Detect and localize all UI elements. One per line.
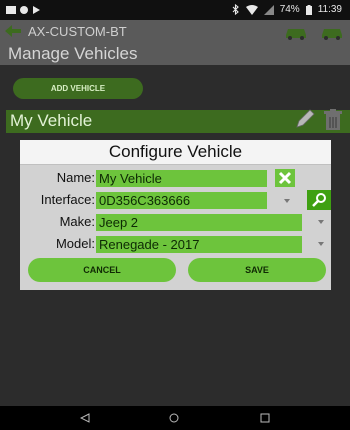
home-circle-icon[interactable] <box>169 413 179 423</box>
name-label: Name: <box>56 170 95 185</box>
search-icon <box>312 193 326 207</box>
back-triangle-icon[interactable] <box>80 413 90 423</box>
search-interface-button[interactable] <box>307 190 331 210</box>
add-vehicle-button[interactable]: ADD VEHICLE <box>13 78 143 99</box>
model-label: Model: <box>55 236 95 251</box>
circle-icon <box>20 6 28 14</box>
battery-icon <box>305 4 312 15</box>
cancel-button[interactable]: CANCEL <box>28 258 176 282</box>
name-field[interactable]: My Vehicle <box>96 170 267 187</box>
chevron-down-icon[interactable] <box>284 199 290 203</box>
chevron-down-icon[interactable] <box>318 220 324 224</box>
gallery-icon <box>6 6 16 14</box>
status-right: 74% 11:39 <box>232 4 342 15</box>
clock: 11:39 <box>317 4 342 15</box>
app-title: AX-CUSTOM-BT <box>28 24 127 39</box>
pencil-icon[interactable] <box>294 108 316 130</box>
trash-icon[interactable] <box>322 108 344 132</box>
battery-percent: 74% <box>279 4 300 15</box>
make-label: Make: <box>59 214 95 229</box>
navigation-bar <box>0 406 350 430</box>
dialog-title: Configure Vehicle <box>20 140 331 165</box>
chevron-down-icon[interactable] <box>318 242 324 246</box>
close-icon <box>278 171 292 185</box>
recents-square-icon[interactable] <box>260 413 270 423</box>
back-arrow-icon[interactable] <box>4 24 22 38</box>
play-icon <box>33 6 40 14</box>
interface-label: Interface: <box>40 192 95 207</box>
page-title: Manage Vehicles <box>8 44 138 63</box>
model-select[interactable]: Renegade - 2017 <box>96 236 302 253</box>
status-bar: 74% 11:39 <box>0 0 350 20</box>
bluetooth-icon <box>232 4 239 15</box>
clear-name-button[interactable] <box>275 169 295 187</box>
wifi-icon <box>245 4 258 15</box>
status-left-icons <box>6 5 46 18</box>
make-select[interactable]: Jeep 2 <box>96 214 302 231</box>
save-button[interactable]: SAVE <box>188 258 326 282</box>
car-icon[interactable] <box>284 26 308 40</box>
signal-icon <box>263 4 274 15</box>
interface-select[interactable]: 0D356C363666 <box>96 192 267 209</box>
vehicle-name: My Vehicle <box>10 111 93 130</box>
car-icon[interactable] <box>320 26 344 40</box>
